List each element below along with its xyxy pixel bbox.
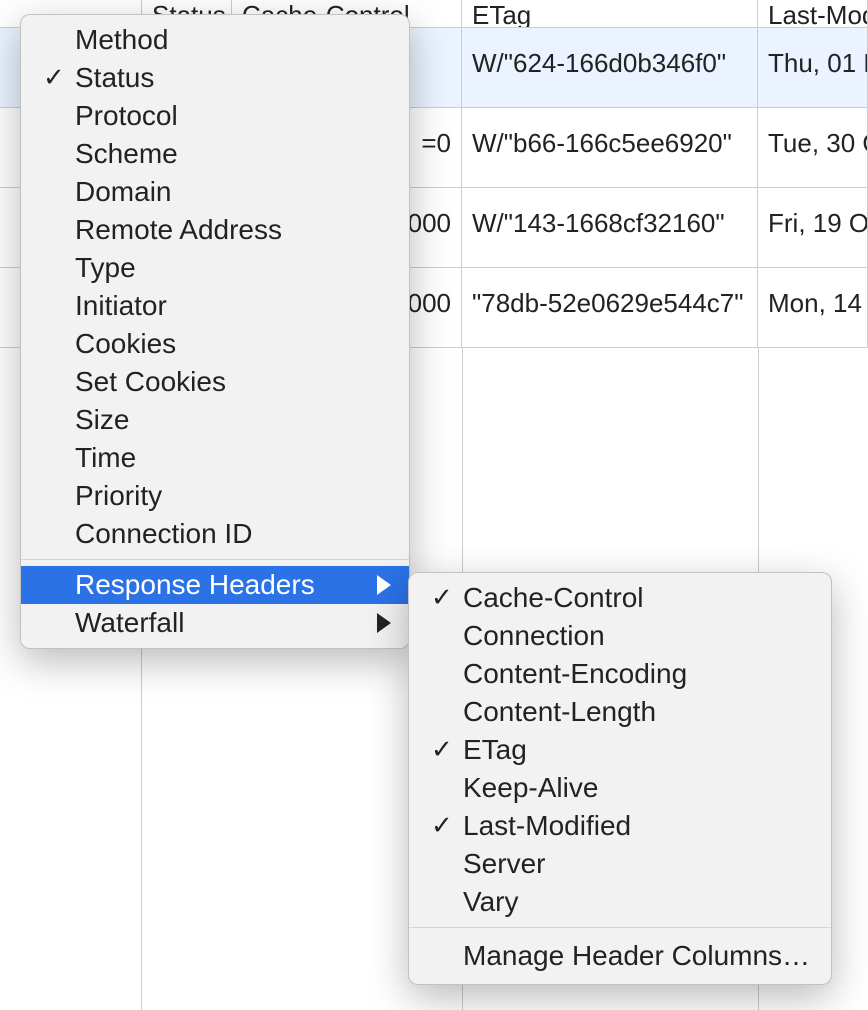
checkmark-icon: ✓ (431, 734, 453, 765)
menu-item-label: Server (463, 848, 545, 880)
menu-item-label: Cache-Control (463, 582, 644, 614)
submenu-item-last-modified[interactable]: ✓ Last-Modified (409, 807, 831, 845)
menu-item-label: Domain (75, 176, 171, 208)
menu-item-label: Waterfall (75, 607, 184, 639)
menu-item-label: Time (75, 442, 136, 474)
response-headers-submenu: ✓ Cache-Control Connection Content-Encod… (408, 572, 832, 985)
checkmark-icon: ✓ (431, 582, 453, 613)
submenu-item-connection[interactable]: Connection (409, 617, 831, 655)
menu-item-label: ETag (463, 734, 527, 766)
submenu-item-manage-header-columns[interactable]: Manage Header Columns… (409, 934, 831, 978)
menu-item-type[interactable]: Type (21, 249, 409, 287)
menu-item-protocol[interactable]: Protocol (21, 97, 409, 135)
menu-item-status[interactable]: ✓ Status (21, 59, 409, 97)
checkmark-icon: ✓ (431, 810, 453, 841)
submenu-item-content-encoding[interactable]: Content-Encoding (409, 655, 831, 693)
checkmark-icon: ✓ (43, 62, 65, 93)
menu-item-label: Type (75, 252, 136, 284)
menu-item-label: Connection ID (75, 518, 252, 550)
menu-item-initiator[interactable]: Initiator (21, 287, 409, 325)
menu-item-waterfall[interactable]: Waterfall (21, 604, 409, 642)
menu-item-scheme[interactable]: Scheme (21, 135, 409, 173)
cell-last-modified: Tue, 30 O (758, 108, 868, 187)
menu-item-size[interactable]: Size (21, 401, 409, 439)
cell-etag: W/"b66-166c5ee6920" (462, 108, 758, 187)
submenu-arrow-icon (377, 613, 391, 633)
column-header-last-modified[interactable]: Last-Mod (758, 0, 868, 27)
submenu-item-etag[interactable]: ✓ ETag (409, 731, 831, 769)
menu-item-time[interactable]: Time (21, 439, 409, 477)
column-context-menu: Method ✓ Status Protocol Scheme Domain R… (20, 14, 410, 649)
cell-etag: W/"143-1668cf32160" (462, 188, 758, 267)
menu-item-priority[interactable]: Priority (21, 477, 409, 515)
menu-separator (409, 927, 831, 928)
menu-item-label: Status (75, 62, 154, 94)
menu-item-cookies[interactable]: Cookies (21, 325, 409, 363)
menu-item-label: Manage Header Columns… (463, 940, 810, 972)
menu-item-label: Cookies (75, 328, 176, 360)
menu-item-method[interactable]: Method (21, 21, 409, 59)
cell-etag: "78db-52e0629e544c7" (462, 268, 758, 347)
cell-etag: W/"624-166d0b346f0" (462, 28, 758, 107)
menu-item-remote-address[interactable]: Remote Address (21, 211, 409, 249)
submenu-item-vary[interactable]: Vary (409, 883, 831, 921)
menu-item-label: Method (75, 24, 168, 56)
submenu-item-server[interactable]: Server (409, 845, 831, 883)
menu-item-label: Priority (75, 480, 162, 512)
submenu-item-cache-control[interactable]: ✓ Cache-Control (409, 579, 831, 617)
menu-item-connection-id[interactable]: Connection ID (21, 515, 409, 553)
menu-item-label: Remote Address (75, 214, 282, 246)
menu-item-label: Connection (463, 620, 605, 652)
menu-item-label: Keep-Alive (463, 772, 598, 804)
menu-item-label: Last-Modified (463, 810, 631, 842)
cell-last-modified: Mon, 14 M (758, 268, 868, 347)
menu-item-response-headers[interactable]: Response Headers (21, 566, 409, 604)
menu-item-label: Size (75, 404, 129, 436)
menu-item-label: Vary (463, 886, 519, 918)
menu-item-label: Content-Encoding (463, 658, 687, 690)
menu-item-label: Response Headers (75, 569, 315, 601)
menu-item-label: Set Cookies (75, 366, 226, 398)
submenu-arrow-icon (377, 575, 391, 595)
cell-last-modified: Thu, 01 N (758, 28, 868, 107)
menu-item-label: Scheme (75, 138, 178, 170)
menu-item-domain[interactable]: Domain (21, 173, 409, 211)
menu-item-label: Content-Length (463, 696, 656, 728)
menu-separator (21, 559, 409, 560)
menu-item-label: Protocol (75, 100, 178, 132)
menu-item-label: Initiator (75, 290, 167, 322)
cell-last-modified: Fri, 19 Oc (758, 188, 868, 267)
menu-item-set-cookies[interactable]: Set Cookies (21, 363, 409, 401)
column-header-etag[interactable]: ETag (462, 0, 758, 27)
submenu-item-keep-alive[interactable]: Keep-Alive (409, 769, 831, 807)
submenu-item-content-length[interactable]: Content-Length (409, 693, 831, 731)
